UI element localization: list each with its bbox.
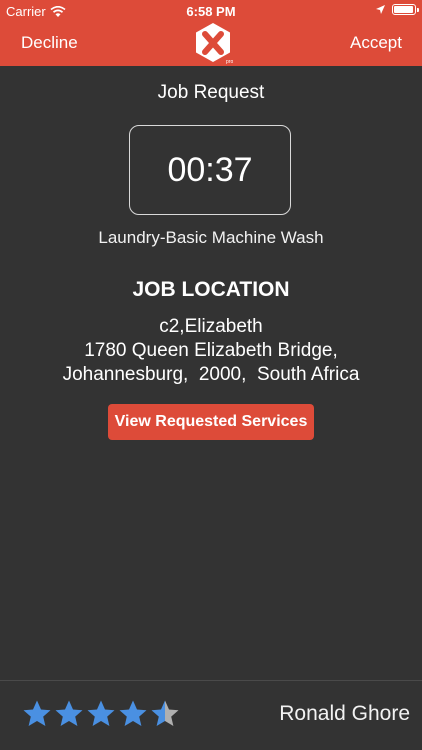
star-icon — [119, 700, 147, 726]
timer-value: 00:37 — [167, 150, 253, 189]
view-requested-services-button[interactable]: View Requested Services — [108, 404, 314, 440]
battery-fill — [394, 6, 413, 13]
location-arrow-icon — [376, 5, 385, 14]
footer-divider — [0, 680, 422, 681]
svg-text:pro: pro — [226, 59, 233, 64]
star-icon — [87, 700, 115, 726]
status-bar: Carrier 6:58 PM — [0, 0, 422, 22]
service-name: Laundry-Basic Machine Wash — [98, 228, 324, 247]
decline-button[interactable]: Decline — [21, 33, 78, 53]
customer-name: Ronald Ghore — [279, 702, 410, 725]
half-star-icon — [151, 700, 179, 726]
battery-icon — [392, 4, 419, 15]
job-request-title: Job Request — [157, 82, 265, 103]
status-time: 6:58 PM — [186, 4, 236, 19]
address-line: c2,Elizabeth — [159, 316, 263, 337]
address-line: Johannesburg, 2000, South Africa — [62, 364, 360, 385]
address-line: 1780 Queen Elizabeth Bridge, — [84, 340, 338, 361]
x-logo-icon: pro — [196, 23, 233, 64]
job-address: c2,Elizabeth 1780 Queen Elizabeth Bridge… — [0, 315, 422, 387]
star-icon — [23, 700, 51, 726]
star-icon — [55, 700, 83, 726]
customer-rating — [22, 699, 180, 729]
job-location-heading: JOB LOCATION — [132, 278, 290, 301]
header-bar: Carrier 6:58 PM Decline pro Accept — [0, 0, 422, 66]
countdown-timer: 00:37 — [129, 125, 291, 215]
accept-button[interactable]: Accept — [350, 33, 402, 53]
